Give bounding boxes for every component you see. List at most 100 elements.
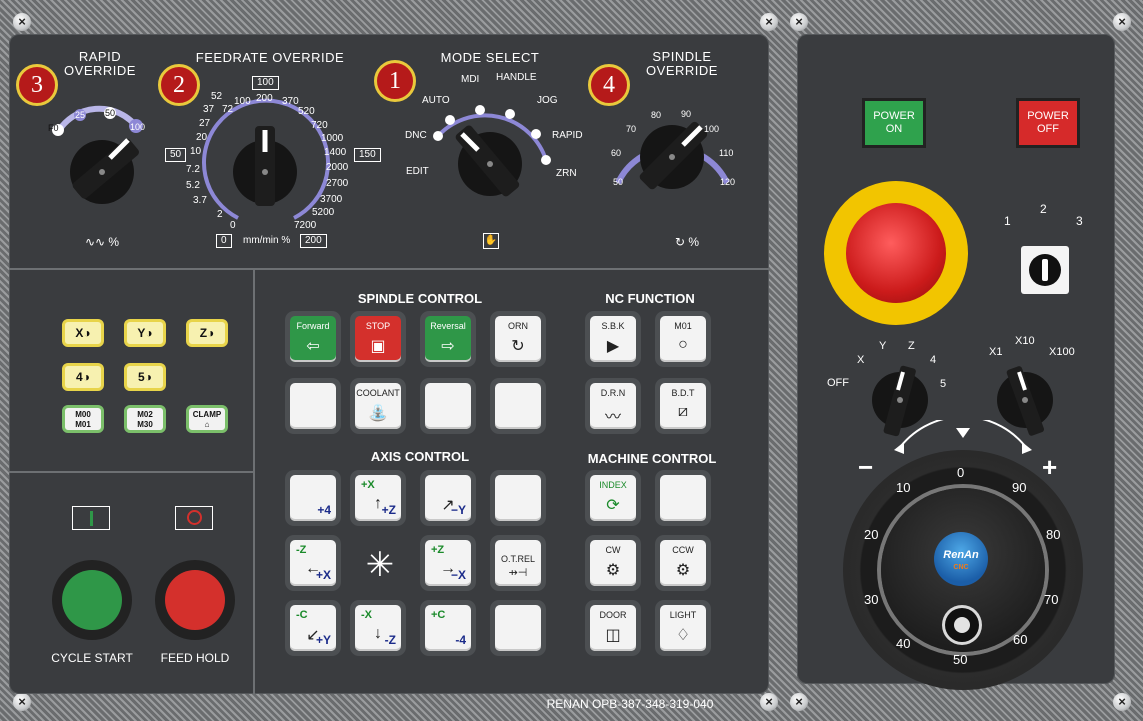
feedrate-tick-27: 27: [199, 118, 211, 129]
spindle-blank-key-2[interactable]: [420, 378, 476, 434]
axis-z-key[interactable]: Z◑: [186, 319, 228, 347]
screw-icon: ×: [1113, 13, 1131, 31]
handwheel-num-50: 50: [953, 652, 968, 667]
spindle-blank-key-3[interactable]: [490, 378, 546, 434]
spindle-stop-key[interactable]: STOP ▣: [350, 311, 406, 367]
axis-blank-key-1[interactable]: [490, 470, 546, 526]
spindle-tick-80: 80: [651, 110, 662, 120]
axis-5-key[interactable]: 5◑: [124, 363, 166, 391]
feedrate-tick-200: 200: [256, 93, 273, 104]
mode-rapid: RAPID: [552, 130, 583, 141]
spindle-blank-key-1[interactable]: [285, 378, 341, 434]
axis-4-key[interactable]: 4◑: [62, 363, 104, 391]
handwheel-num-30: 30: [864, 592, 879, 607]
axis-blank-key-2[interactable]: [490, 600, 546, 656]
mode-select-title: MODE SELECT: [440, 50, 540, 65]
key-switch[interactable]: [1021, 246, 1069, 294]
feedrate-override-badge: 2: [158, 64, 200, 106]
feedrate-unit-label: mm/min %: [243, 235, 291, 246]
spindle-tick-90: 90: [681, 109, 692, 119]
m00-m01-key[interactable]: M00 M01: [62, 405, 104, 433]
light-key[interactable]: LIGHT ♢: [655, 600, 711, 656]
dry-run-key[interactable]: D.R.N 〰: [585, 378, 641, 434]
mode-jog: JOG: [537, 95, 558, 106]
spindle-tick-110: 110: [719, 148, 734, 158]
axis-minusc-plusy-key[interactable]: -C ↙ +Y: [285, 600, 341, 656]
index-key[interactable]: INDEX ⟳: [585, 470, 641, 526]
feedrate-override-title: FEEDRATE OVERRIDE: [195, 50, 345, 65]
axis-minusy-key[interactable]: ↗ −Y: [420, 470, 476, 526]
machine-blank-key[interactable]: [655, 470, 711, 526]
spindle-forward-key[interactable]: Forward ⇦: [285, 311, 341, 367]
feedrate-tick-5200: 5200: [312, 207, 335, 218]
axis-plus4-key[interactable]: +4: [285, 470, 341, 526]
coolant-key[interactable]: COOLANT ⛲: [350, 378, 406, 434]
spindle-orient-key[interactable]: ORN ↻: [490, 311, 546, 367]
mode-dnc: DNC: [405, 130, 427, 141]
feedrate-tick-1400: 1400: [324, 147, 347, 158]
spindle-tick-120: 120: [720, 177, 736, 187]
rapid-unit-label: ∿∿ %: [84, 235, 120, 249]
rapid-override-dial[interactable]: [40, 100, 160, 210]
screw-icon: ×: [760, 13, 778, 31]
single-block-key[interactable]: S.B.K ▶: [585, 311, 641, 367]
mode-mdi: MDI: [461, 74, 480, 85]
mode-edit: EDIT: [406, 166, 429, 177]
axis-plusc-minus4-key[interactable]: +C -4: [420, 600, 476, 656]
power-off-button[interactable]: POWER OFF: [1016, 98, 1080, 148]
block-delete-key[interactable]: B.D.T ⧄: [655, 378, 711, 434]
spindle-control-title: SPINDLE CONTROL: [357, 291, 483, 306]
nc-function-title: NC FUNCTION: [605, 291, 695, 306]
clamp-key[interactable]: CLAMP ⌂: [186, 405, 228, 433]
handwheel-crank-knob[interactable]: [945, 608, 979, 642]
machine-control-title: MACHINE CONTROL: [587, 451, 717, 466]
screw-icon: ×: [13, 693, 31, 711]
model-number-label: RENAN OPB-387-348-319-040: [546, 697, 714, 711]
axis-x-key[interactable]: X◑: [62, 319, 104, 347]
axis-minusz-plusx-key[interactable]: -Z ← +X: [285, 535, 341, 591]
axis-plusx-plusz-key[interactable]: +X ↑ +Z: [350, 470, 406, 526]
feed-hold-button[interactable]: [155, 560, 235, 640]
handwheel-num-10: 10: [896, 480, 911, 495]
handwheel-minus: −: [858, 452, 874, 482]
spindle-override-title: SPINDLE OVERRIDE: [646, 49, 718, 78]
feedrate-tick-37: 37: [203, 104, 215, 115]
spindle-tick-100: 100: [704, 124, 720, 134]
key-switch-tick-1: 1: [1004, 214, 1011, 228]
cw-key[interactable]: CW ⚙: [585, 535, 641, 591]
handwheel-num-80: 80: [1046, 527, 1061, 542]
mode-zrn: ZRN: [556, 168, 577, 179]
optional-stop-key[interactable]: M01 ○: [655, 311, 711, 367]
axis-plusz-minusx-key[interactable]: +Z → −X: [420, 535, 476, 591]
power-on-button[interactable]: POWER ON: [862, 98, 926, 148]
rapid-tick-25: 25: [75, 110, 86, 120]
axis-control-title: AXIS CONTROL: [370, 449, 470, 464]
overtravel-release-key[interactable]: O.T.REL ⇸⊣: [490, 535, 546, 591]
axis-y-key[interactable]: Y◑: [124, 319, 166, 347]
ccw-key[interactable]: CCW ⚙: [655, 535, 711, 591]
spindle-unit-label: ↻ %: [674, 235, 700, 249]
key-switch-tick-3: 3: [1076, 214, 1083, 228]
door-key[interactable]: DOOR ◫: [585, 600, 641, 656]
feedrate-tick-520: 520: [298, 106, 315, 117]
feedrate-tick-3.7: 3.7: [193, 195, 207, 206]
feedrate-tick-100: 100: [234, 96, 251, 107]
feedrate-top-box: 100: [252, 76, 279, 90]
feedrate-tick-0: 0: [230, 220, 236, 231]
mode-select-dial[interactable]: [420, 90, 560, 220]
screw-icon: ×: [760, 693, 778, 711]
hand-icon: ✋: [483, 233, 499, 249]
cycle-start-button[interactable]: [52, 560, 132, 640]
screw-icon: ×: [790, 13, 808, 31]
feedrate-tick-7200: 7200: [294, 220, 317, 231]
emergency-stop-button[interactable]: [824, 181, 968, 325]
m02-m30-key[interactable]: M02 M30: [124, 405, 166, 433]
handwheel-num-0: 0: [957, 465, 965, 480]
feedrate-tick-2: 2: [217, 209, 223, 220]
feedrate-right-box: 150: [354, 148, 381, 162]
axis-minusx-minusz-key[interactable]: -X ↓ -Z: [350, 600, 406, 656]
mode-select-badge: 1: [374, 60, 416, 102]
spindle-reverse-key[interactable]: Reversal ⇨: [420, 311, 476, 367]
spindle-tick-50: 50: [613, 177, 624, 187]
mode-auto: AUTO: [422, 95, 450, 106]
